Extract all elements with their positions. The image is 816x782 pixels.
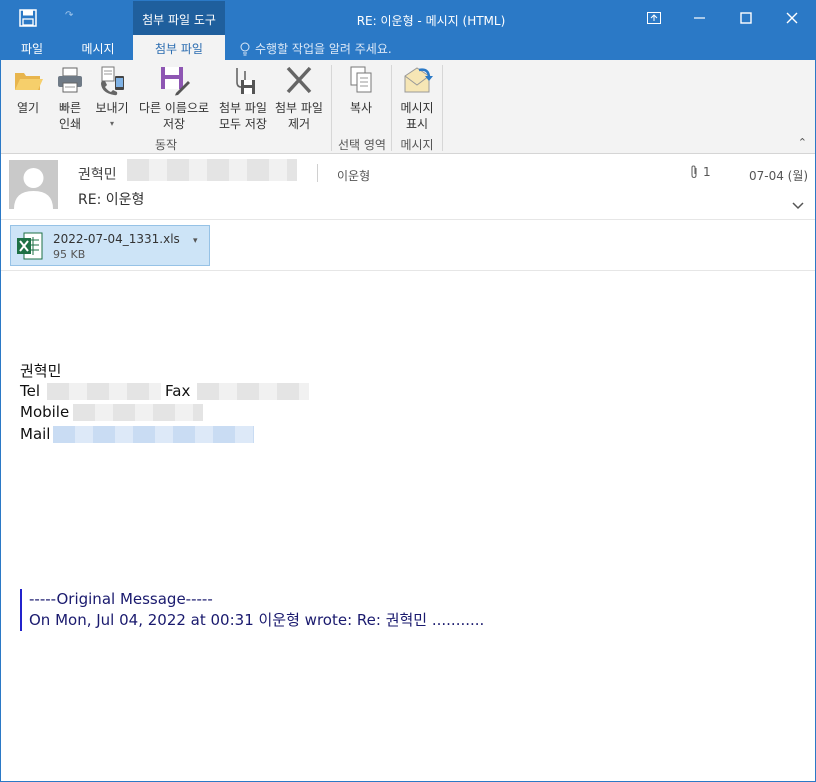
ribbon-tab-bar: 파일 메시지 첨부 파일 수행할 작업을 알려 주세요.	[1, 35, 815, 60]
show-message-button[interactable]: 메시지 표시	[395, 64, 439, 132]
excel-file-icon	[16, 231, 44, 261]
remove-label-2: 제거	[287, 117, 311, 131]
save-as-label-2: 저장	[162, 117, 186, 131]
redacted-mail-link[interactable]	[53, 426, 254, 443]
save-as-icon	[158, 64, 190, 96]
send-label: 보내기	[95, 101, 129, 115]
recipient-name[interactable]: 이운형	[337, 167, 370, 184]
folder-open-icon	[12, 64, 44, 96]
save-all-label-2: 모두 저장	[219, 117, 267, 131]
redacted-sender-email	[127, 159, 297, 181]
minimize-button[interactable]	[677, 1, 723, 35]
save-as-button[interactable]: 다른 이름으로 저장	[134, 64, 214, 132]
redacted-tel	[47, 383, 161, 400]
message-date: 07-04 (월)	[749, 169, 809, 183]
save-all-label-1: 첨부 파일	[219, 101, 267, 115]
ribbon-separator	[442, 65, 443, 151]
attachment-bar: 2022-07-04_1331.xls 95 KB ▾	[1, 220, 815, 271]
attachment-name: 2022-07-04_1331.xls	[53, 232, 180, 246]
tell-me-placeholder: 수행할 작업을 알려 주세요.	[255, 42, 392, 56]
remove-label-1: 첨부 파일	[275, 101, 323, 115]
signature-tel-line: Tel	[20, 382, 40, 400]
redacted-fax	[197, 383, 309, 400]
show-message-label-2: 표시	[405, 117, 429, 131]
attachment-size: 95 KB	[53, 248, 86, 261]
outlook-message-window: ↷ 첨부 파일 도구 RE: 이운형 - 메시지 (HTML) 파일 메시지 첨…	[0, 0, 816, 782]
ribbon: 열기 빠른 인쇄 보내기 ▾ 다른 이름으로 저장 첨부 파일 모두 저장 첨부…	[1, 60, 815, 154]
save-as-label-1: 다른 이름으로	[138, 101, 210, 115]
attachment-item[interactable]: 2022-07-04_1331.xls 95 KB ▾	[10, 225, 210, 266]
group-label-selection: 선택 영역	[338, 138, 386, 152]
signature-name: 권혁민	[20, 362, 62, 380]
redo-icon[interactable]: ↷	[65, 10, 73, 21]
attachment-count-value: 1	[703, 165, 711, 179]
header-divider	[317, 164, 318, 182]
open-label: 열기	[16, 101, 40, 115]
open-button[interactable]: 열기	[9, 64, 47, 116]
copy-button[interactable]: 복사	[339, 64, 383, 116]
group-label-actions: 동작	[154, 138, 178, 152]
remove-attachment-button[interactable]: 첨부 파일 제거	[271, 64, 327, 132]
show-message-label-1: 메시지	[400, 101, 434, 115]
message-subject: RE: 이운형	[78, 192, 145, 208]
phone-device-icon	[96, 64, 128, 96]
original-message-line: On Mon, Jul 04, 2022 at 00:31 이운형 wrote:…	[29, 611, 485, 629]
maximize-button[interactable]	[723, 1, 769, 35]
quick-print-button[interactable]: 빠른 인쇄	[51, 64, 89, 132]
original-message-header: -----Original Message-----	[29, 590, 213, 608]
signature-mail-label: Mail	[20, 425, 51, 443]
message-header: 권혁민 이운형 1 07-04 (월) RE: 이운형	[1, 154, 815, 220]
expand-header-icon[interactable]	[792, 199, 804, 213]
signature-mobile-label: Mobile	[20, 403, 70, 421]
quick-print-label-2: 인쇄	[58, 117, 82, 131]
save-all-icon	[227, 64, 259, 96]
printer-icon	[54, 64, 86, 96]
message-body: 권혁민 Tel Fax Mobile Mail -----Original Me…	[1, 272, 815, 781]
avatar	[9, 160, 58, 209]
envelope-arrow-icon	[401, 64, 433, 96]
sender-name[interactable]: 권혁민	[78, 164, 117, 184]
lightbulb-icon	[240, 42, 250, 55]
save-all-attachments-button[interactable]: 첨부 파일 모두 저장	[215, 64, 271, 132]
group-label-message: 메시지	[400, 138, 434, 152]
attachment-dropdown-icon[interactable]: ▾	[193, 236, 198, 246]
tab-message[interactable]: 메시지	[69, 35, 127, 60]
signature-fax-label: Fax	[165, 382, 191, 400]
restore-ribbon-button[interactable]	[631, 1, 677, 35]
paperclip-icon	[691, 165, 697, 179]
copy-label: 복사	[349, 101, 373, 115]
send-button[interactable]: 보내기 ▾	[92, 64, 132, 132]
remove-x-icon	[283, 64, 315, 96]
quick-print-label-1: 빠른	[58, 101, 82, 115]
original-message-quote: -----Original Message----- On Mon, Jul 0…	[20, 589, 484, 631]
contextual-tab-group: 첨부 파일 도구	[133, 1, 225, 35]
redacted-mobile	[73, 404, 203, 421]
ribbon-separator	[331, 65, 332, 151]
ribbon-separator	[391, 65, 392, 151]
attachment-count: 1	[689, 165, 711, 179]
window-title: RE: 이운형 - 메시지 (HTML)	[356, 14, 506, 28]
tab-file[interactable]: 파일	[9, 35, 55, 60]
title-bar: ↷ 첨부 파일 도구 RE: 이운형 - 메시지 (HTML)	[1, 1, 815, 35]
tell-me-box[interactable]: 수행할 작업을 알려 주세요.	[239, 40, 392, 57]
send-dropdown-icon: ▾	[109, 119, 114, 128]
save-icon[interactable]	[19, 9, 37, 27]
tel-label: Tel	[20, 382, 41, 400]
tab-attachments[interactable]: 첨부 파일	[133, 35, 225, 60]
copy-icon	[345, 64, 377, 96]
close-button[interactable]	[769, 1, 815, 35]
collapse-ribbon-icon[interactable]: ⌃	[798, 136, 807, 149]
